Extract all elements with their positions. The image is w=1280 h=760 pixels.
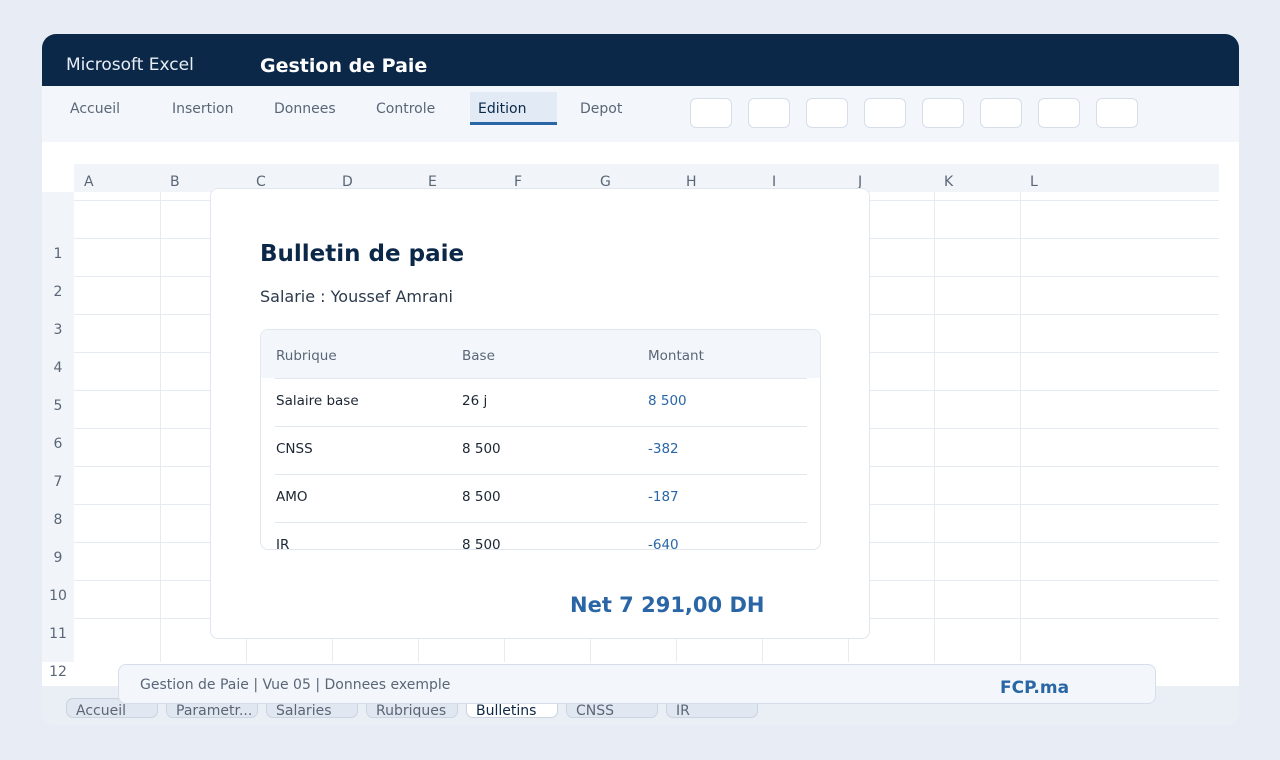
ribbon-button-8[interactable] bbox=[1096, 98, 1138, 128]
cell-rubrique: Salaire base bbox=[276, 393, 359, 409]
ribbon-tab-accueil[interactable]: Accueil bbox=[70, 92, 120, 122]
row-header-11[interactable]: 11 bbox=[42, 626, 74, 642]
cell-rubrique: AMO bbox=[276, 489, 308, 505]
row-header-3[interactable]: 3 bbox=[42, 322, 74, 338]
table-row[interactable]: CNSS 8 500 -382 bbox=[275, 426, 807, 475]
header-rubrique: Rubrique bbox=[276, 348, 337, 364]
column-header-l[interactable]: L bbox=[1030, 174, 1038, 190]
table-header: Rubrique Base Montant bbox=[261, 330, 820, 378]
brand-logo[interactable]: FCP.ma bbox=[1000, 678, 1069, 698]
header-base: Base bbox=[462, 348, 495, 364]
table-row[interactable]: AMO 8 500 -187 bbox=[275, 474, 807, 523]
ribbon-tab-depot[interactable]: Depot bbox=[580, 92, 622, 122]
grid-line bbox=[1020, 192, 1021, 662]
table-row[interactable]: IR 8 500 -640 bbox=[275, 522, 807, 550]
column-header-k[interactable]: K bbox=[944, 174, 953, 190]
payslip-title: Bulletin de paie bbox=[260, 241, 465, 267]
row-header-8[interactable]: 8 bbox=[42, 512, 74, 528]
cell-montant: -640 bbox=[648, 537, 679, 550]
cell-base: 8 500 bbox=[462, 441, 501, 457]
row-header-2[interactable]: 2 bbox=[42, 284, 74, 300]
excel-window: Microsoft Excel Gestion de Paie Accueil … bbox=[42, 34, 1239, 725]
cell-base: 26 j bbox=[462, 393, 488, 409]
title-bar: Microsoft Excel Gestion de Paie bbox=[42, 34, 1239, 86]
ribbon-button-5[interactable] bbox=[922, 98, 964, 128]
column-header-b[interactable]: B bbox=[170, 174, 180, 190]
payslip-table: Rubrique Base Montant Salaire base 26 j … bbox=[260, 329, 821, 550]
status-text: Gestion de Paie | Vue 05 | Donnees exemp… bbox=[140, 677, 451, 693]
row-header-5[interactable]: 5 bbox=[42, 398, 74, 414]
ribbon-button-1[interactable] bbox=[690, 98, 732, 128]
cell-base: 8 500 bbox=[462, 489, 501, 505]
ribbon: Accueil Insertion Donnees Controle Editi… bbox=[42, 86, 1239, 142]
ribbon-button-2[interactable] bbox=[748, 98, 790, 128]
employee-label: Salarie : Youssef Amrani bbox=[260, 287, 453, 306]
cell-montant: 8 500 bbox=[648, 393, 687, 409]
row-header-7[interactable]: 7 bbox=[42, 474, 74, 490]
cell-rubrique: CNSS bbox=[276, 441, 313, 457]
row-header-4[interactable]: 4 bbox=[42, 360, 74, 376]
payslip-card: Bulletin de paie Salarie : Youssef Amran… bbox=[210, 188, 870, 639]
cell-montant: -187 bbox=[648, 489, 679, 505]
ribbon-button-6[interactable] bbox=[980, 98, 1022, 128]
header-montant: Montant bbox=[648, 348, 704, 364]
row-header-1[interactable]: 1 bbox=[42, 246, 74, 262]
ribbon-tab-donnees[interactable]: Donnees bbox=[274, 92, 336, 122]
row-header-6[interactable]: 6 bbox=[42, 436, 74, 452]
cell-montant: -382 bbox=[648, 441, 679, 457]
grid-line bbox=[934, 192, 935, 662]
net-pay: Net 7 291,00 DH bbox=[570, 593, 765, 617]
ribbon-tab-edition[interactable]: Edition bbox=[470, 92, 557, 125]
ribbon-button-7[interactable] bbox=[1038, 98, 1080, 128]
table-row[interactable]: Salaire base 26 j 8 500 bbox=[275, 378, 807, 427]
grid-line bbox=[160, 192, 161, 662]
document-title: Gestion de Paie bbox=[260, 55, 428, 77]
column-header-a[interactable]: A bbox=[84, 174, 94, 190]
row-header-12[interactable]: 12 bbox=[42, 664, 74, 680]
cell-rubrique: IR bbox=[276, 537, 290, 550]
ribbon-button-4[interactable] bbox=[864, 98, 906, 128]
app-name: Microsoft Excel bbox=[66, 55, 194, 75]
status-bar: Gestion de Paie | Vue 05 | Donnees exemp… bbox=[118, 664, 1156, 704]
row-header-9[interactable]: 9 bbox=[42, 550, 74, 566]
cell-base: 8 500 bbox=[462, 537, 501, 550]
ribbon-button-3[interactable] bbox=[806, 98, 848, 128]
ribbon-tab-controle[interactable]: Controle bbox=[376, 92, 435, 122]
row-header-10[interactable]: 10 bbox=[42, 588, 74, 604]
ribbon-tab-insertion[interactable]: Insertion bbox=[172, 92, 233, 122]
